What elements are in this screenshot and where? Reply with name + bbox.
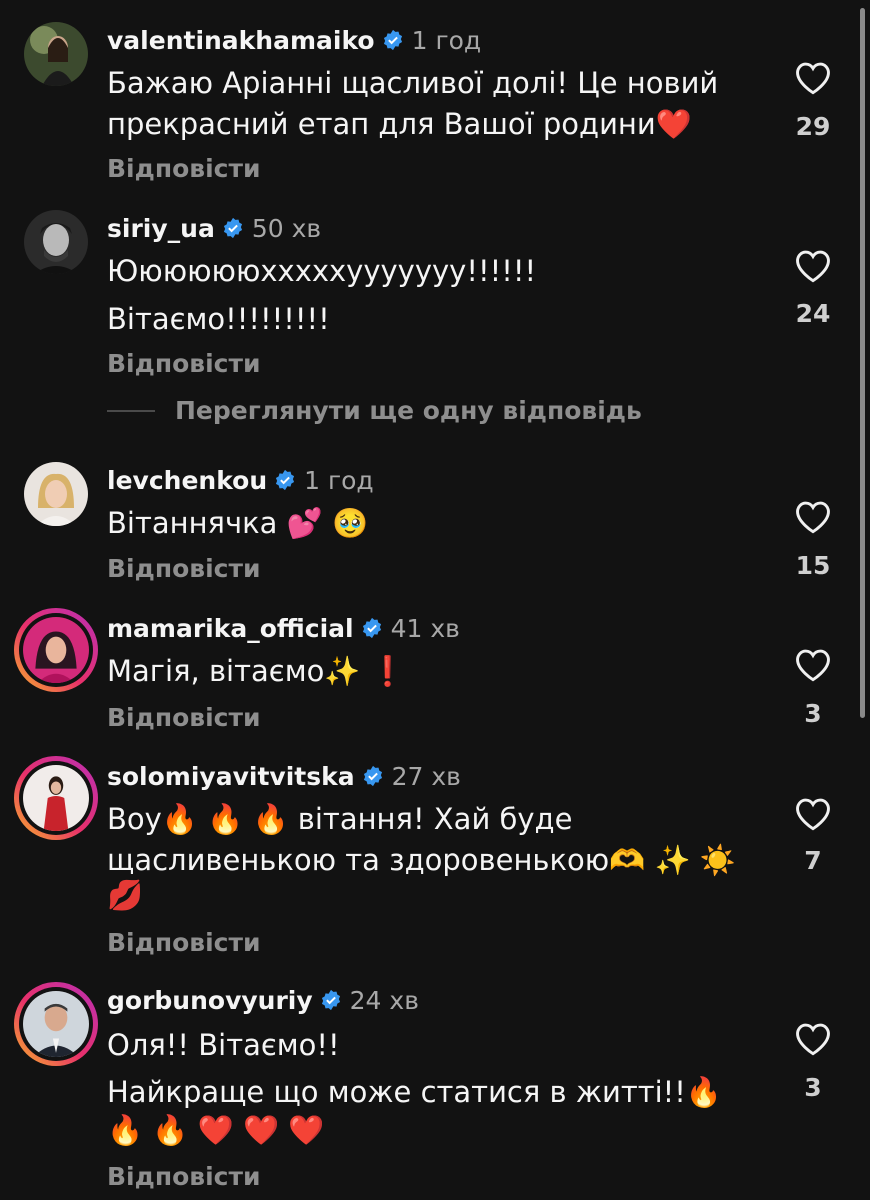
- comment-time: 50 хв: [251, 213, 322, 243]
- comment-time: 1 год: [304, 465, 374, 495]
- comment-text-line: Вітаємо!!!!!!!!!: [107, 302, 330, 336]
- scrollbar[interactable]: [860, 8, 865, 718]
- heart-icon[interactable]: [794, 249, 832, 283]
- avatar: [23, 991, 89, 1057]
- heart-icon[interactable]: [794, 648, 832, 682]
- reply-button[interactable]: Відповісти: [107, 703, 260, 732]
- avatar-story-ring[interactable]: [14, 608, 98, 692]
- like-count: 29: [795, 112, 831, 141]
- username[interactable]: levchenkou: [107, 466, 267, 495]
- view-more-replies-button[interactable]: Переглянути ще одну відповідь: [107, 396, 642, 425]
- verified-badge-icon: [362, 617, 381, 639]
- avatar: [23, 765, 89, 831]
- avatar: [23, 617, 89, 683]
- comment-text-line: Вітаннячка 💕 🥹: [107, 506, 369, 540]
- verified-badge-icon: [223, 217, 242, 239]
- comment-text-line: Ююююююхххххууууууу!!!!!!: [107, 254, 537, 288]
- comment-text-line: Воу🔥 🔥 🔥 вітання! Хай буде: [107, 802, 573, 836]
- reply-button[interactable]: Відповісти: [107, 349, 260, 378]
- reply-button[interactable]: Відповісти: [107, 928, 260, 957]
- reply-button[interactable]: Відповісти: [107, 1162, 260, 1191]
- avatar[interactable]: [24, 462, 88, 526]
- comment-text-line: 💋: [107, 878, 144, 912]
- avatar[interactable]: [24, 210, 88, 274]
- username[interactable]: valentinakhamaiko: [107, 26, 375, 55]
- username[interactable]: siriy_ua: [107, 214, 215, 243]
- view-more-replies-label[interactable]: Переглянути ще одну відповідь: [175, 396, 642, 425]
- heart-icon[interactable]: [794, 500, 832, 534]
- avatar-story-ring[interactable]: [14, 756, 98, 840]
- username[interactable]: solomiyavitvitska: [107, 762, 355, 791]
- divider: [107, 409, 155, 412]
- username[interactable]: mamarika_official: [107, 614, 354, 643]
- avatar[interactable]: [24, 22, 88, 86]
- heart-icon[interactable]: [794, 797, 832, 831]
- comment-time: 27 хв: [391, 761, 461, 791]
- verified-badge-icon: [276, 469, 295, 491]
- comment-text-line: щасливенькою та здоровенькою🫶 ✨ ☀️: [107, 843, 736, 877]
- verified-badge-icon: [321, 989, 340, 1011]
- like-count: 7: [804, 846, 822, 875]
- comment-text-line: прекрасний етап для Вашої родини❤️: [107, 107, 692, 141]
- comment-text-line: Магія, вітаємо✨ ❗: [107, 654, 406, 688]
- avatar-story-ring[interactable]: [14, 982, 98, 1066]
- comment-text-line: 🔥 🔥 ❤️ ❤️ ❤️: [107, 1113, 325, 1147]
- like-count: 3: [804, 1073, 822, 1102]
- comment-text-line: Бажаю Аріанні щасливої долі! Це новий: [107, 66, 719, 100]
- heart-icon[interactable]: [794, 61, 832, 95]
- heart-icon[interactable]: [794, 1022, 832, 1056]
- username[interactable]: gorbunovyuriy: [107, 986, 313, 1015]
- verified-badge-icon: [363, 765, 382, 787]
- like-count: 15: [795, 551, 831, 580]
- like-count: 24: [795, 299, 831, 328]
- reply-button[interactable]: Відповісти: [107, 154, 260, 183]
- reply-button[interactable]: Відповісти: [107, 554, 260, 583]
- comment-text-line: Оля!! Вітаємо!!: [107, 1028, 340, 1062]
- like-count: 3: [804, 699, 822, 728]
- comment-time: 41 хв: [390, 613, 460, 643]
- verified-badge-icon: [383, 29, 402, 51]
- comment-time: 1 год: [411, 25, 482, 55]
- comment-time: 24 хв: [349, 985, 419, 1015]
